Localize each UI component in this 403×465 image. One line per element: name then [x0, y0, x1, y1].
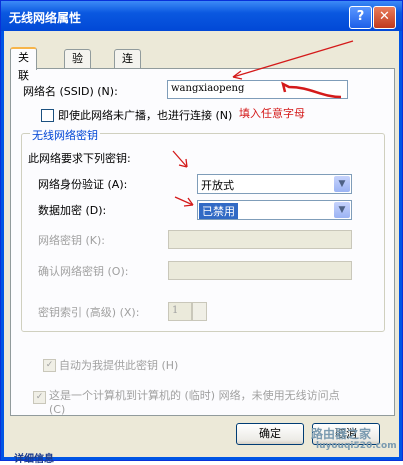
watermark-line1: 路由器之家: [311, 427, 372, 441]
watermark-line2: luyouqi520.com: [316, 441, 397, 451]
arrow-line: [232, 40, 354, 78]
background-text: 详细信息: [14, 454, 54, 465]
annotation-arrows: [172, 40, 354, 207]
tab-association[interactable]: 关联: [10, 47, 37, 82]
dialog-window: 无线网络属性 ? ✕ 关联 验证 连接 网络名 (SSID) (N): wang…: [0, 0, 403, 461]
swoosh-arrow: [281, 81, 342, 99]
